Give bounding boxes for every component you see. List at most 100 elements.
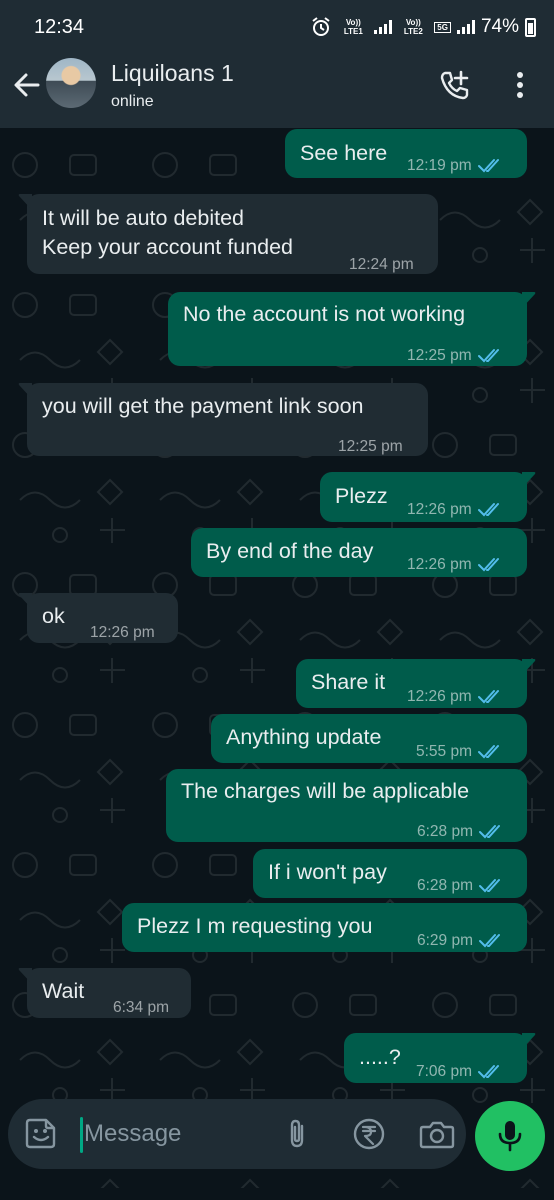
battery-percent: 74% xyxy=(480,16,519,37)
more-options-icon[interactable] xyxy=(506,70,534,100)
status-icons: Vo)) LTE1 Vo)) LTE2 5G 74% xyxy=(310,14,536,40)
status-bar: 12:34 Vo)) LTE1 Vo)) LTE2 5G 74% xyxy=(0,0,554,52)
navigation-bar xyxy=(0,1188,554,1200)
read-ticks-icon xyxy=(478,1065,500,1079)
message-bubble-outgoing[interactable]: If i won't pay 6:28 pm xyxy=(253,849,527,898)
sim2-label: Vo)) LTE2 xyxy=(403,18,423,36)
rupee-payment-icon[interactable] xyxy=(351,1116,387,1152)
message-time: 6:29 pm xyxy=(417,932,474,949)
read-ticks-icon xyxy=(477,558,499,572)
sim1-label: Vo)) LTE1 xyxy=(343,18,363,36)
mic-button[interactable] xyxy=(475,1101,545,1171)
message-meta: 6:34 pm xyxy=(113,993,169,1023)
bubble-tail xyxy=(522,472,536,488)
read-ticks-icon xyxy=(477,690,499,704)
message-text: .....? xyxy=(359,1045,401,1069)
bubble-tail xyxy=(18,383,32,399)
message-bubble-outgoing[interactable]: Plezz I m requesting you 6:29 pm xyxy=(122,903,527,952)
message-meta: 6:29 pm xyxy=(417,926,505,956)
back-arrow-icon[interactable] xyxy=(10,68,44,102)
message-text: It will be auto debited xyxy=(42,206,244,230)
bubble-tail xyxy=(18,194,32,210)
message-time: 6:28 pm xyxy=(417,877,474,894)
message-text: Wait xyxy=(42,979,85,1003)
message-text: See here xyxy=(300,141,388,165)
sim1-signal-icon xyxy=(374,20,393,34)
message-time: 5:55 pm xyxy=(416,743,473,760)
message-meta: 12:26 pm xyxy=(407,550,504,580)
chat-header: Liquiloans 1 online xyxy=(0,52,554,128)
message-bubble-outgoing[interactable]: By end of the day 12:26 pm xyxy=(191,528,527,577)
emoji-sticker-icon[interactable] xyxy=(24,1116,58,1150)
message-bubble-outgoing[interactable]: Share it 12:26 pm xyxy=(296,659,536,708)
message-bubble-incoming[interactable]: It will be auto debited Keep your accoun… xyxy=(18,194,438,274)
read-ticks-icon xyxy=(477,349,499,363)
message-text: No the account is not working xyxy=(183,302,466,326)
message-meta: 7:06 pm xyxy=(416,1057,504,1087)
message-text: Anything update xyxy=(226,725,382,749)
read-ticks-icon xyxy=(479,879,501,893)
message-bubble-outgoing[interactable]: Anything update 5:55 pm xyxy=(211,714,527,763)
message-bubble-outgoing[interactable]: See here 12:19 pm xyxy=(285,129,527,178)
message-text: The charges will be applicable xyxy=(181,779,470,803)
message-text: If i won't pay xyxy=(268,860,387,884)
message-meta: 6:28 pm xyxy=(417,871,505,901)
message-time: 12:26 pm xyxy=(90,624,155,641)
status-time: 12:34 xyxy=(34,16,85,38)
bubble-tail xyxy=(522,659,536,675)
message-meta: 12:24 pm xyxy=(349,250,414,280)
message-time: 12:25 pm xyxy=(338,438,403,455)
message-time: 6:28 pm xyxy=(417,823,474,840)
message-bubble-incoming[interactable]: ok 12:26 pm xyxy=(18,593,178,643)
message-meta: 12:26 pm xyxy=(407,682,504,712)
message-meta: 5:55 pm xyxy=(416,737,504,767)
bubble-tail xyxy=(18,593,32,609)
contact-name[interactable]: Liquiloans 1 xyxy=(111,60,234,87)
message-composer xyxy=(8,1099,466,1169)
message-bubble-outgoing[interactable]: The charges will be applicable 6:28 pm xyxy=(166,769,527,842)
message-time: 12:26 pm xyxy=(407,501,472,518)
bubble-tail xyxy=(522,1033,536,1049)
message-time: 12:19 pm xyxy=(407,157,472,174)
camera-icon[interactable] xyxy=(418,1116,456,1152)
message-text: Plezz xyxy=(335,484,388,508)
message-bubble-outgoing[interactable]: .....? 7:06 pm xyxy=(344,1033,536,1083)
message-text: ok xyxy=(42,604,65,628)
message-meta: 6:28 pm xyxy=(417,817,505,847)
message-bubble-outgoing[interactable]: Plezz 12:26 pm xyxy=(320,472,536,525)
read-ticks-icon xyxy=(478,745,500,759)
message-bubble-outgoing[interactable]: No the account is not working 12:25 pm xyxy=(168,292,536,366)
message-text: Share it xyxy=(311,670,386,694)
battery-icon xyxy=(525,17,536,37)
message-text: Plezz I m requesting you xyxy=(137,914,373,938)
message-time: 12:25 pm xyxy=(407,347,472,364)
add-call-icon[interactable] xyxy=(437,68,471,102)
sim2-signal-icon xyxy=(456,20,475,34)
contact-status: online xyxy=(111,93,154,110)
mic-icon xyxy=(498,1121,522,1152)
message-meta: 12:25 pm xyxy=(338,432,403,462)
message-time: 12:26 pm xyxy=(407,688,472,705)
message-time: 6:34 pm xyxy=(113,999,170,1016)
message-meta: 12:26 pm xyxy=(90,618,155,648)
message-bubble-incoming[interactable]: you will get the payment link soon 12:25… xyxy=(18,383,428,456)
message-meta: 12:19 pm xyxy=(407,151,504,181)
message-meta: 12:26 pm xyxy=(407,495,504,525)
avatar[interactable] xyxy=(46,58,96,108)
read-ticks-icon xyxy=(479,934,501,948)
text-cursor xyxy=(80,1117,83,1153)
network-type: 5G xyxy=(434,21,451,33)
message-input[interactable] xyxy=(84,1113,264,1155)
message-meta: 12:25 pm xyxy=(407,341,504,371)
read-ticks-icon xyxy=(479,825,501,839)
read-ticks-icon xyxy=(477,503,499,517)
message-text: you will get the payment link soon xyxy=(42,394,364,418)
message-bubble-incoming[interactable]: Wait 6:34 pm xyxy=(18,968,191,1018)
attach-icon[interactable] xyxy=(280,1116,316,1152)
read-ticks-icon xyxy=(477,159,499,173)
message-time: 12:24 pm xyxy=(349,256,414,273)
alarm-icon xyxy=(312,17,330,36)
message-time: 7:06 pm xyxy=(416,1063,473,1080)
message-text: By end of the day xyxy=(206,539,374,563)
bubble-tail xyxy=(522,292,536,308)
